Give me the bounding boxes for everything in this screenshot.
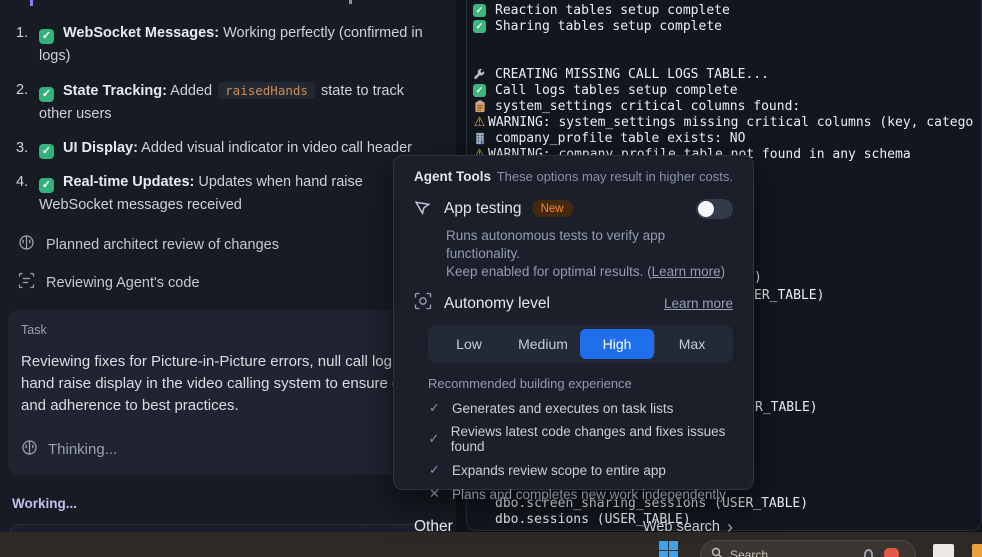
status-item-reviewing-code[interactable]: Reviewing Agent's code [18, 272, 440, 293]
console-line: ✓Reaction tables setup complete [467, 2, 981, 18]
search-highlight-icon [864, 549, 873, 557]
check-icon: ✓ [428, 431, 440, 447]
feature-item: ✓Reviews latest code changes and fixes i… [428, 424, 733, 454]
agent-chat-pane: 1. ✓WebSocket Messages: Working perfectl… [0, 0, 456, 532]
autonomy-option-medium[interactable]: Medium [506, 329, 580, 359]
status-item-architect-review[interactable]: Planned architect review of changes [18, 234, 440, 255]
autonomy-learn-more-link[interactable]: Learn more [664, 296, 733, 311]
console-line: ✓Sharing tables setup complete [467, 18, 981, 34]
app-testing-toggle[interactable] [696, 199, 733, 219]
code-review-icon [18, 272, 35, 293]
list-item: 2. ✓State Tracking: Added raisedHands st… [16, 79, 440, 126]
list-number: 2. [16, 79, 39, 126]
inline-code: raisedHands [218, 82, 315, 99]
list-item: 4. ✓Real-time Updates: Updates when hand… [16, 171, 440, 217]
list-number: 4. [16, 171, 39, 217]
app-testing-label: App testing [444, 200, 522, 218]
search-icon [711, 546, 723, 557]
taskbar-app-icon[interactable] [972, 544, 982, 557]
check-icon: ✓ [39, 144, 54, 159]
app-testing-desc: Runs autonomous tests to verify app func… [446, 227, 733, 263]
wrench-icon [472, 68, 487, 81]
item-title: State Tracking: [63, 83, 167, 99]
item-title: WebSocket Messages: [63, 25, 219, 41]
feature-item: ✕Plans and completes new work independen… [428, 486, 733, 502]
item-title: UI Display: [63, 140, 138, 156]
check-icon: ✓ [472, 4, 487, 17]
windows-start-button[interactable] [659, 541, 678, 557]
warning-icon: ⚠ [472, 115, 487, 130]
console-line: CREATING MISSING CALL LOGS TABLE... [467, 66, 981, 82]
task-card: Task Reviewing fixes for Picture-in-Pict… [8, 310, 452, 475]
check-icon: ✓ [428, 400, 441, 416]
check-icon: ✓ [472, 84, 487, 97]
checklist: 1. ✓WebSocket Messages: Working perfectl… [16, 22, 440, 217]
app-testing-desc: Keep enabled for optimal results. (Learn… [446, 263, 733, 281]
console-line: ⚠WARNING: system_settings missing critic… [467, 114, 981, 130]
other-section-label: Other [414, 518, 453, 536]
chevron-right-icon: › [727, 520, 733, 534]
list-number: 3. [16, 137, 39, 160]
autonomy-label: Autonomy level [444, 295, 550, 313]
clipped-console-fragment: ) [754, 270, 762, 285]
item-text: Added [167, 83, 212, 99]
console-line: system_settings critical columns found: [467, 98, 981, 114]
feature-item: ✓Generates and executes on task lists [428, 400, 733, 416]
popup-title: Agent Tools [414, 169, 491, 184]
check-icon: ✓ [428, 462, 441, 478]
working-status: Working... [12, 496, 440, 511]
clipped-console-fragment: ER_TABLE) [754, 288, 824, 303]
clipped-text-remnant [349, 0, 352, 4]
status-label: Reviewing Agent's code [46, 275, 200, 291]
brain-icon [21, 439, 38, 460]
autonomy-option-max[interactable]: Max [655, 329, 729, 359]
task-card-header: Task [21, 323, 439, 337]
search-daily-icon [884, 548, 899, 557]
task-body-line: hand raise display in the video calling … [21, 373, 439, 395]
autonomy-icon [414, 292, 432, 315]
taskbar-app-icon[interactable] [933, 544, 954, 557]
console-line: ✓Call logs tables setup complete [467, 82, 981, 98]
web-search-item[interactable]: Web search› [643, 519, 733, 535]
desktop: 1. ✓WebSocket Messages: Working perfectl… [0, 0, 982, 557]
list-number: 1. [16, 22, 39, 68]
task-body-line: Reviewing fixes for Picture-in-Picture e… [21, 351, 439, 373]
console-line: company_profile table exists: NO [467, 130, 981, 146]
item-title: Real-time Updates: [63, 174, 194, 190]
taskbar-search-box[interactable]: Search [700, 540, 916, 557]
new-badge: New [532, 200, 573, 217]
popup-subtitle: These options may result in higher costs… [497, 169, 733, 184]
check-icon: ✓ [39, 178, 54, 193]
app-testing-icon [414, 197, 432, 220]
task-body-line: and adherence to best practices. [21, 395, 439, 417]
learn-more-link[interactable]: Learn more [652, 264, 721, 279]
check-icon: ✓ [39, 87, 54, 102]
item-text: Added visual indicator in video call hea… [138, 140, 412, 156]
check-icon: ✓ [39, 29, 54, 44]
status-label: Planned architect review of changes [46, 237, 279, 253]
clipped-console-fragment: R_TABLE) [755, 400, 818, 415]
autonomy-option-low[interactable]: Low [432, 329, 506, 359]
list-item: 1. ✓WebSocket Messages: Working perfectl… [16, 22, 440, 68]
check-icon: ✓ [472, 20, 487, 33]
x-icon: ✕ [428, 486, 441, 502]
autonomy-option-high[interactable]: High [580, 329, 654, 359]
agent-tools-popup: Agent Tools These options may result in … [393, 155, 754, 490]
autonomy-segmented-control: Low Medium High Max [428, 325, 733, 363]
building-icon [472, 132, 487, 145]
clipped-text-remnant [30, 0, 33, 6]
brain-icon [18, 234, 35, 255]
clipboard-icon [472, 100, 487, 113]
feature-item: ✓Expands review scope to entire app [428, 462, 733, 478]
recommendation-heading: Recommended building experience [428, 376, 733, 391]
thinking-status: Thinking... [21, 439, 439, 460]
search-placeholder: Search [730, 548, 768, 557]
list-item: 3. ✓ UI Display: Added visual indicator i… [16, 137, 440, 160]
thinking-label: Thinking... [48, 441, 117, 458]
